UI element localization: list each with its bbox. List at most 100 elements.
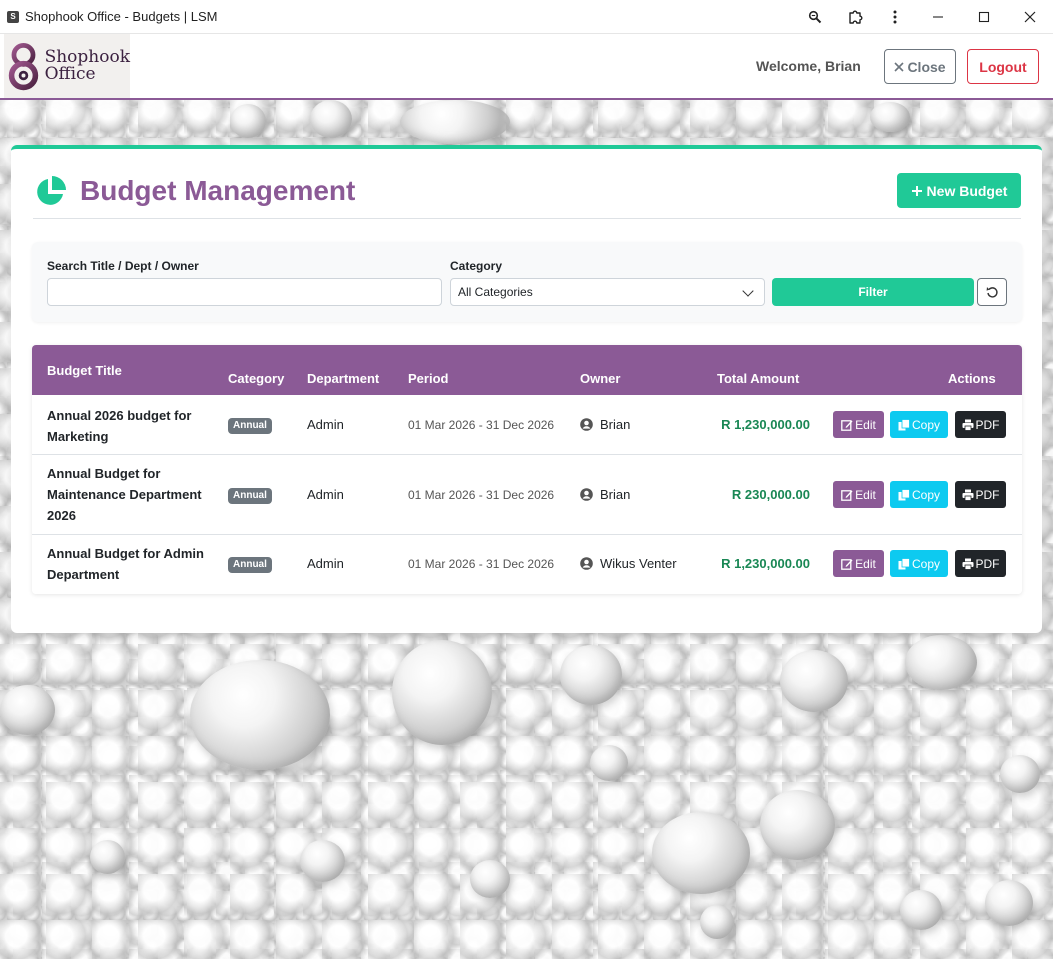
row-department: Admin bbox=[307, 556, 344, 571]
copy-button[interactable]: Copy bbox=[890, 411, 948, 438]
row-department: Admin bbox=[307, 417, 344, 432]
logo[interactable]: Shophook Office bbox=[4, 34, 130, 98]
background-drop bbox=[190, 660, 330, 770]
window-title: Shophook Office - Budgets | LSM bbox=[25, 9, 218, 24]
edit-icon bbox=[841, 489, 853, 501]
print-icon bbox=[962, 419, 973, 431]
row-owner: Brian bbox=[580, 487, 630, 502]
background-drop bbox=[90, 840, 125, 874]
background-drop bbox=[870, 102, 910, 132]
edit-label: Edit bbox=[855, 487, 876, 502]
reset-button[interactable] bbox=[977, 278, 1007, 306]
logo-text: Shophook Office bbox=[45, 49, 130, 83]
page-heading: Budget Management New Budget bbox=[33, 173, 1021, 219]
close-icon bbox=[894, 61, 905, 72]
copy-label: Copy bbox=[911, 487, 940, 502]
pdf-button[interactable]: PDF bbox=[955, 481, 1006, 508]
user-icon bbox=[580, 488, 593, 501]
logout-button[interactable]: Logout bbox=[967, 49, 1039, 84]
background-drop bbox=[652, 812, 750, 894]
category-label: Category bbox=[450, 259, 503, 273]
edit-icon bbox=[841, 558, 853, 570]
row-owner-name: Brian bbox=[600, 417, 631, 432]
pdf-label: PDF bbox=[975, 556, 1000, 571]
column-header-department: Department bbox=[307, 371, 380, 386]
edit-button[interactable]: Edit bbox=[833, 481, 884, 508]
copy-button[interactable]: Copy bbox=[890, 550, 948, 577]
edit-button[interactable]: Edit bbox=[833, 411, 884, 438]
more-icon[interactable] bbox=[875, 0, 915, 34]
row-owner-name: Wikus Venter bbox=[600, 556, 677, 571]
pdf-label: PDF bbox=[975, 487, 1000, 502]
print-icon bbox=[962, 489, 973, 501]
zoom-icon[interactable] bbox=[795, 0, 835, 34]
user-icon bbox=[580, 418, 593, 431]
budget-card: Budget Management New Budget Search Titl… bbox=[11, 145, 1042, 633]
category-badge: Annual bbox=[228, 557, 272, 573]
column-header-title: Budget Title bbox=[47, 363, 122, 378]
close-window-icon[interactable] bbox=[1007, 0, 1053, 34]
copy-icon bbox=[898, 488, 910, 500]
background-drop bbox=[470, 860, 510, 898]
row-title: Annual Budget for Maintenance Department… bbox=[47, 466, 202, 523]
window-titlebar: S Shophook Office - Budgets | LSM bbox=[0, 0, 1053, 34]
filter-button[interactable]: Filter bbox=[772, 278, 974, 306]
search-input[interactable] bbox=[47, 278, 442, 306]
row-amount: R 1,230,000.00 bbox=[721, 556, 810, 571]
copy-button[interactable]: Copy bbox=[890, 481, 948, 508]
app-header: Shophook Office Welcome, Brian Close Log… bbox=[0, 34, 1053, 100]
new-budget-button[interactable]: New Budget bbox=[897, 173, 1021, 208]
background-drop bbox=[780, 650, 848, 712]
pdf-button[interactable]: PDF bbox=[955, 411, 1006, 438]
extensions-icon[interactable] bbox=[835, 0, 875, 34]
filter-panel: Search Title / Dept / Owner Category All… bbox=[32, 242, 1022, 322]
table-row: Annual Budget for Maintenance Department… bbox=[32, 455, 1022, 535]
row-amount: R 230,000.00 bbox=[731, 487, 810, 502]
row-title: Annual 2026 budget for Marketing bbox=[47, 408, 192, 444]
row-amount: R 1,230,000.00 bbox=[721, 417, 810, 432]
logo-line-2: Office bbox=[44, 64, 96, 84]
table-row: Annual 2026 budget for Marketing Annual … bbox=[32, 395, 1022, 455]
new-budget-label: New Budget bbox=[926, 182, 1008, 199]
app-icon: S bbox=[7, 10, 19, 23]
background-drop bbox=[230, 104, 266, 138]
edit-button[interactable]: Edit bbox=[833, 550, 884, 577]
edit-label: Edit bbox=[855, 417, 876, 432]
row-owner-name: Brian bbox=[600, 487, 631, 502]
table-row: Annual Budget for Admin Department Annua… bbox=[32, 535, 1022, 594]
copy-label: Copy bbox=[911, 417, 940, 432]
maximize-icon[interactable] bbox=[961, 0, 1007, 34]
category-badge: Annual bbox=[228, 418, 272, 434]
copy-label: Copy bbox=[911, 556, 940, 571]
edit-label: Edit bbox=[855, 556, 876, 571]
copy-icon bbox=[898, 557, 910, 569]
user-icon bbox=[580, 557, 593, 570]
column-header-category: Category bbox=[228, 371, 285, 386]
pdf-label: PDF bbox=[975, 417, 1000, 432]
plus-icon bbox=[911, 185, 922, 196]
background-drop bbox=[0, 685, 55, 735]
category-select-value: All Categories bbox=[458, 285, 533, 299]
window-controls bbox=[795, 0, 1053, 34]
budget-table: Budget Title Category Department Period … bbox=[32, 345, 1022, 594]
minimize-icon[interactable] bbox=[915, 0, 961, 34]
background-drop bbox=[560, 645, 622, 705]
table-header: Budget Title Category Department Period … bbox=[32, 345, 1022, 395]
close-button-label: Close bbox=[907, 58, 946, 75]
background-drop bbox=[700, 905, 734, 939]
page-title: Budget Management bbox=[80, 175, 356, 206]
logout-button-label: Logout bbox=[979, 58, 1027, 75]
background-drop bbox=[900, 890, 942, 930]
background-drop bbox=[590, 745, 628, 781]
copy-icon bbox=[898, 418, 910, 430]
row-owner: Brian bbox=[580, 417, 630, 432]
pdf-button[interactable]: PDF bbox=[955, 550, 1006, 577]
row-department: Admin bbox=[307, 487, 344, 502]
close-button[interactable]: Close bbox=[884, 49, 956, 84]
background-drop bbox=[300, 840, 345, 882]
category-select[interactable]: All Categories bbox=[450, 278, 765, 306]
row-period: 01 Mar 2026 - 31 Dec 2026 bbox=[408, 488, 555, 502]
search-label: Search Title / Dept / Owner bbox=[47, 259, 199, 273]
column-header-actions: Actions bbox=[948, 371, 996, 386]
pie-chart-icon bbox=[37, 176, 66, 205]
